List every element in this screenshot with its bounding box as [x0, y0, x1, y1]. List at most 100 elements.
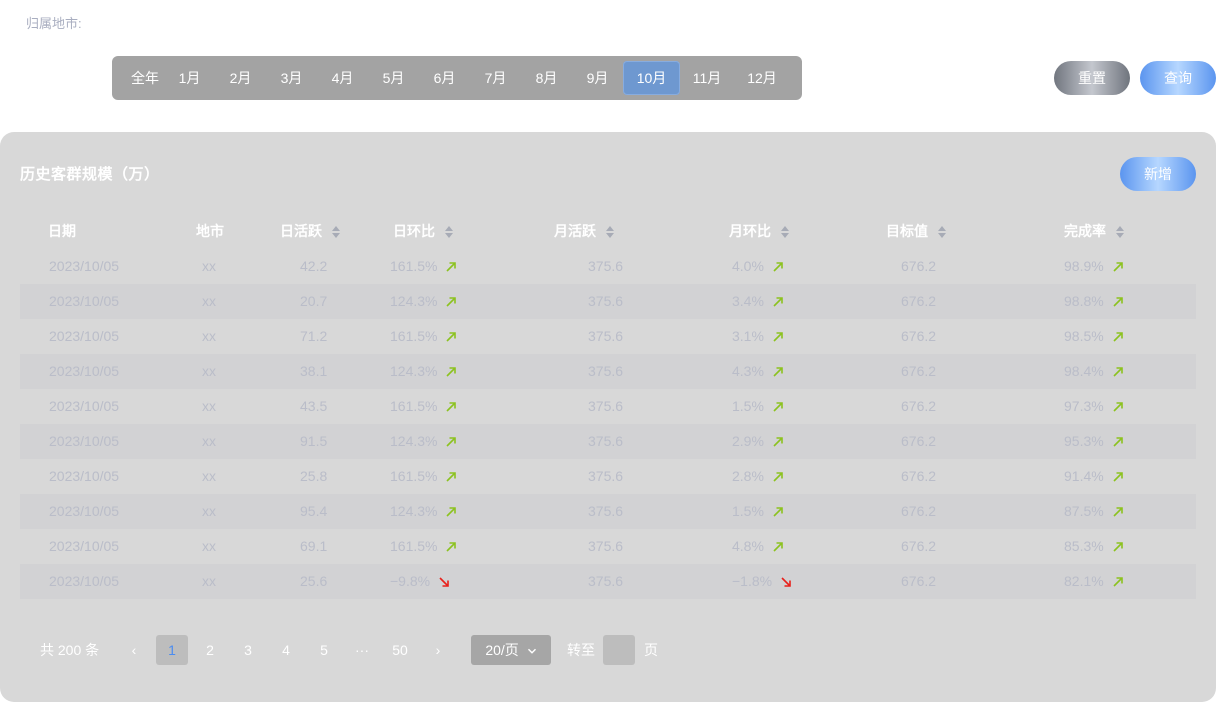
column-header[interactable]: 月环比: [729, 214, 789, 249]
month-tab-12[interactable]: 12月: [734, 61, 790, 95]
trend-up-arrow-icon: [773, 472, 783, 482]
cell-value: xx: [202, 433, 216, 449]
page-number[interactable]: 1: [156, 635, 188, 665]
column-header[interactable]: 月活跃: [554, 214, 614, 249]
cell-value: 95.4: [300, 503, 328, 519]
cell-value: 375.6: [588, 328, 624, 344]
cell-value: 20.7: [300, 293, 328, 309]
cell-target: 676.2: [901, 494, 936, 529]
total-suffix: 条: [85, 642, 100, 658]
sort-icon[interactable]: [781, 226, 789, 239]
cell-value: 2023/10/05: [49, 573, 120, 589]
cell-value: 676.2: [901, 538, 937, 554]
trend-up-arrow-icon: [773, 262, 783, 272]
table-header: 日期 地市 日活跃 日环比 月活跃 月环比 目标值 完成率: [20, 214, 1196, 249]
cell-value: 82.1%: [1064, 573, 1104, 589]
cell-value: 375.6: [588, 258, 624, 274]
cell-mau-change: 2.8%: [732, 459, 784, 494]
trend-up-arrow-icon: [446, 332, 457, 342]
cell-value: 2023/10/05: [49, 538, 120, 554]
column-header-label: 月环比: [729, 223, 771, 239]
cell-date: 2023/10/05: [49, 529, 119, 564]
month-tab-3[interactable]: 3月: [266, 61, 317, 95]
trend-up-arrow-icon: [1113, 262, 1123, 272]
month-tab-7[interactable]: 7月: [470, 61, 521, 95]
cell-value: 676.2: [901, 258, 937, 274]
month-tab-9[interactable]: 9月: [572, 61, 623, 95]
cell-dau: 38.1: [300, 354, 327, 389]
cell-value: xx: [202, 328, 216, 344]
cell-value: 124.3%: [390, 293, 438, 309]
column-header: 日期: [48, 214, 76, 249]
month-tab-1[interactable]: 1月: [164, 61, 215, 95]
cell-value: 2023/10/05: [49, 363, 120, 379]
page-size-select[interactable]: 20/页: [471, 635, 551, 665]
cell-dau-change: 124.3%: [390, 494, 457, 529]
month-tab-5[interactable]: 5月: [368, 61, 419, 95]
cell-mau-change: −1.8%: [732, 564, 792, 599]
sort-icon[interactable]: [1116, 226, 1124, 239]
page-number[interactable]: 2: [194, 635, 226, 665]
cell-value: 71.2: [300, 328, 328, 344]
column-header-label: 日期: [48, 223, 76, 239]
prev-page-icon[interactable]: ‹: [118, 635, 150, 665]
cell-mau-change: 3.4%: [732, 284, 784, 319]
column-header[interactable]: 日活跃: [280, 214, 340, 249]
month-tab-0[interactable]: 全年: [126, 61, 164, 95]
cell-value: 375.6: [588, 398, 624, 414]
page-number[interactable]: 4: [270, 635, 302, 665]
month-tab-11[interactable]: 11月: [680, 61, 734, 95]
query-button[interactable]: 查询: [1140, 61, 1216, 95]
cell-date: 2023/10/05: [49, 424, 119, 459]
page-number[interactable]: 5: [308, 635, 340, 665]
column-header[interactable]: 完成率: [1064, 214, 1124, 249]
cell-value: 2.8%: [732, 468, 764, 484]
cell-rate: 95.3%: [1064, 424, 1124, 459]
table-row: 2023/10/05 xx 95.4 124.3% 375.6 1.5% 676.2 87.5…: [20, 494, 1196, 529]
cell-date: 2023/10/05: [49, 459, 119, 494]
month-selector: 全年 1月 2月 3月 4月 5月 6月 7月 8月 9月 10月 11月 12月: [112, 56, 802, 100]
jump-page-input[interactable]: [603, 635, 635, 665]
sort-icon[interactable]: [332, 226, 340, 239]
total-prefix: 共: [40, 642, 54, 658]
cell-value: −9.8%: [390, 573, 431, 589]
cell-dau-change: 161.5%: [390, 249, 457, 284]
cell-dau: 95.4: [300, 494, 327, 529]
cell-dau: 25.8: [300, 459, 327, 494]
month-tab-10[interactable]: 10月: [623, 61, 680, 95]
month-tab-4[interactable]: 4月: [317, 61, 368, 95]
column-header[interactable]: 日环比: [393, 214, 453, 249]
next-page-icon[interactable]: ›: [422, 635, 454, 665]
reset-button[interactable]: 重置: [1054, 61, 1130, 95]
cell-date: 2023/10/05: [49, 354, 119, 389]
cell-city: xx: [202, 249, 216, 284]
cell-city: xx: [202, 529, 216, 564]
page-number[interactable]: 3: [232, 635, 264, 665]
page-last[interactable]: 50: [384, 635, 416, 665]
trend-up-arrow-icon: [446, 542, 457, 552]
cell-city: xx: [202, 284, 216, 319]
month-tab-2[interactable]: 2月: [215, 61, 266, 95]
sort-icon[interactable]: [606, 226, 614, 239]
trend-up-arrow-icon: [446, 297, 457, 307]
column-header[interactable]: 目标值: [886, 214, 946, 249]
month-tab-6[interactable]: 6月: [419, 61, 470, 95]
cell-city: xx: [202, 564, 216, 599]
column-header-label: 月活跃: [554, 223, 596, 239]
cell-value: 98.5%: [1064, 328, 1104, 344]
cell-value: 161.5%: [390, 468, 438, 484]
sort-icon[interactable]: [938, 226, 946, 239]
chevron-down-icon: [527, 649, 536, 655]
cell-value: 676.2: [901, 468, 937, 484]
add-button[interactable]: 新增: [1120, 157, 1196, 191]
cell-value: 3.1%: [732, 328, 764, 344]
cell-city: xx: [202, 494, 216, 529]
cell-value: 69.1: [300, 538, 328, 554]
cell-mau-change: 3.1%: [732, 319, 784, 354]
cell-value: 676.2: [901, 573, 937, 589]
cell-value: 676.2: [901, 433, 937, 449]
month-tab-8[interactable]: 8月: [521, 61, 572, 95]
sort-icon[interactable]: [445, 226, 453, 239]
page-ellipsis[interactable]: ···: [346, 635, 378, 665]
cell-target: 676.2: [901, 319, 936, 354]
